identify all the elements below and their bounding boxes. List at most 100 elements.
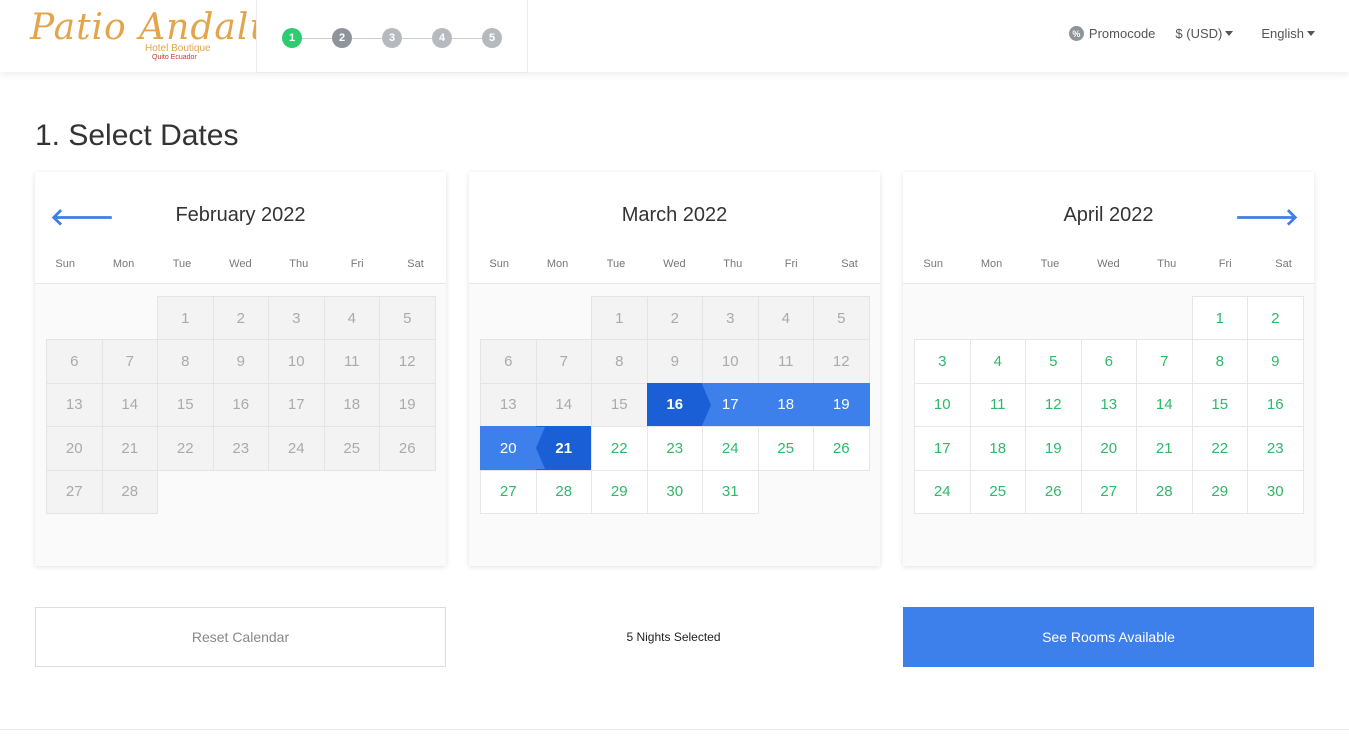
calendar-day: 18: [323, 382, 380, 428]
day-grid: 1 2 3 4 5 6 7 8 9 10 11 12 13 14 15 16 17 18 19 20 21 22 23 24 2…: [480, 296, 870, 514]
calendar-day: 10: [268, 339, 325, 384]
calendar-day[interactable]: 21: [1136, 426, 1193, 471]
footer-divider: [0, 729, 1349, 730]
calendar-day[interactable]: 18: [969, 426, 1026, 471]
calendar-day[interactable]: 24: [914, 469, 971, 514]
weekday-label: Thu: [723, 258, 743, 270]
weekday-label: Mon: [980, 258, 1003, 270]
calendar-day[interactable]: 15: [1191, 382, 1248, 428]
weekday-row: Sun Mon Tue Wed Thu Fri Sat: [469, 258, 880, 270]
percent-icon: %: [1068, 26, 1084, 41]
weekday-label: Wed: [663, 258, 686, 270]
weekday-label: Sun: [489, 258, 509, 270]
reset-calendar-button[interactable]: Reset Calendar: [35, 607, 446, 667]
calendar-day[interactable]: 9: [1247, 339, 1304, 384]
calendar-day[interactable]: 28: [535, 469, 592, 514]
calendar-day: 11: [323, 339, 380, 384]
calendar-day: 8: [157, 339, 214, 384]
step-4[interactable]: 4: [432, 28, 452, 48]
calendar-day: 4: [323, 296, 380, 341]
language-label: English: [1261, 26, 1304, 41]
calendar-day[interactable]: 22: [591, 426, 648, 471]
calendar-day[interactable]: 1: [1191, 296, 1248, 341]
weekday-label: Tue: [606, 258, 626, 270]
booking-steps: 1 2 3 4 5: [256, 0, 528, 73]
calendar-day: 23: [212, 426, 269, 471]
calendar-day: 27: [46, 469, 103, 514]
calendar-day: 3: [702, 296, 759, 341]
currency-label: $ (USD): [1175, 26, 1223, 41]
calendar-day: 3: [268, 296, 325, 341]
promocode-link[interactable]: % Promocode: [1068, 26, 1155, 41]
calendar-day: 16: [212, 382, 269, 428]
calendar-day[interactable]: 25: [969, 469, 1026, 514]
calendar-day[interactable]: 13: [1080, 382, 1137, 428]
calendar-header: March 2022 Sun Mon Tue Wed Thu Fri Sat: [469, 172, 880, 284]
calendar-day[interactable]: 11: [969, 382, 1026, 428]
calendar-day[interactable]: 10: [914, 382, 971, 428]
calendar-day[interactable]: 19: [813, 382, 870, 428]
calendar-day[interactable]: 19: [1025, 426, 1082, 471]
calendar-day[interactable]: 31: [702, 469, 759, 514]
step-connector: [402, 37, 432, 39]
step-connector: [352, 37, 382, 39]
calendar-day[interactable]: 24: [702, 426, 759, 471]
calendar-day[interactable]: 2: [1247, 296, 1304, 341]
currency-dropdown[interactable]: $ (USD): [1175, 26, 1234, 41]
see-rooms-button[interactable]: See Rooms Available: [903, 607, 1314, 667]
calendar-day[interactable]: 30: [1247, 469, 1304, 514]
calendar-day[interactable]: 30: [646, 469, 703, 514]
calendar-day[interactable]: 25: [757, 426, 814, 471]
step-connector: [302, 37, 332, 39]
calendar-day[interactable]: 17: [914, 426, 971, 471]
calendar-day[interactable]: 16: [646, 382, 711, 428]
weekday-row: Sun Mon Tue Wed Thu Fri Sat: [35, 258, 446, 270]
language-dropdown[interactable]: English: [1261, 26, 1315, 41]
calendar-day[interactable]: 22: [1191, 426, 1248, 471]
empty-cell: [1136, 296, 1193, 340]
calendar-day[interactable]: 20: [1080, 426, 1137, 471]
weekday-label: Fri: [1218, 258, 1232, 270]
calendar-day[interactable]: 7: [1136, 339, 1193, 384]
calendar-day[interactable]: 28: [1136, 469, 1193, 514]
step-1[interactable]: 1: [282, 28, 302, 48]
nights-selected-text: 5 Nights Selected: [626, 630, 721, 644]
step-3[interactable]: 3: [382, 28, 402, 48]
calendar-day: 25: [323, 426, 380, 471]
calendar-day[interactable]: 4: [969, 339, 1026, 384]
calendar-day[interactable]: 29: [591, 469, 648, 514]
calendar-day[interactable]: 18: [757, 382, 814, 428]
calendar-day: 21: [101, 426, 158, 471]
calendar-day[interactable]: 27: [1080, 469, 1137, 514]
calendar-day[interactable]: 26: [1025, 469, 1082, 514]
calendar-march: March 2022 Sun Mon Tue Wed Thu Fri Sat 1234567…: [469, 172, 880, 566]
calendar-day[interactable]: 29: [1191, 469, 1248, 514]
calendar-day[interactable]: 27: [480, 469, 537, 514]
calendar-day[interactable]: 3: [914, 339, 971, 384]
calendar-day[interactable]: 12: [1025, 382, 1082, 428]
empty-cell: [914, 296, 971, 340]
weekday-label: Wed: [1097, 258, 1120, 270]
calendar-day: 24: [268, 426, 325, 471]
weekday-label: Mon: [546, 258, 569, 270]
calendar-day[interactable]: 14: [1136, 382, 1193, 428]
calendar-day[interactable]: 6: [1080, 339, 1137, 384]
calendar-day[interactable]: 26: [813, 426, 870, 471]
step-5[interactable]: 5: [482, 28, 502, 48]
calendar-day[interactable]: 20: [480, 426, 537, 471]
step-2[interactable]: 2: [332, 28, 352, 48]
calendar-day[interactable]: 23: [646, 426, 703, 471]
calendar-day[interactable]: 16: [1247, 382, 1304, 428]
arrow-right-icon[interactable]: 🡒: [1235, 206, 1299, 230]
weekday-label: Sun: [923, 258, 943, 270]
weekday-label: Sat: [1275, 258, 1292, 270]
calendar-day[interactable]: 5: [1025, 339, 1082, 384]
calendar-day: 22: [157, 426, 214, 471]
calendar-day: 20: [46, 426, 103, 471]
calendar-day: 4: [757, 296, 814, 341]
calendar-day[interactable]: 8: [1191, 339, 1248, 384]
calendar-day: 11: [757, 339, 814, 384]
calendar-day[interactable]: 23: [1247, 426, 1304, 471]
hotel-logo[interactable]: Patio Andaluz Hotel Boutique Quito Ecuad…: [30, 6, 293, 66]
calendar-day[interactable]: 21: [535, 426, 592, 471]
